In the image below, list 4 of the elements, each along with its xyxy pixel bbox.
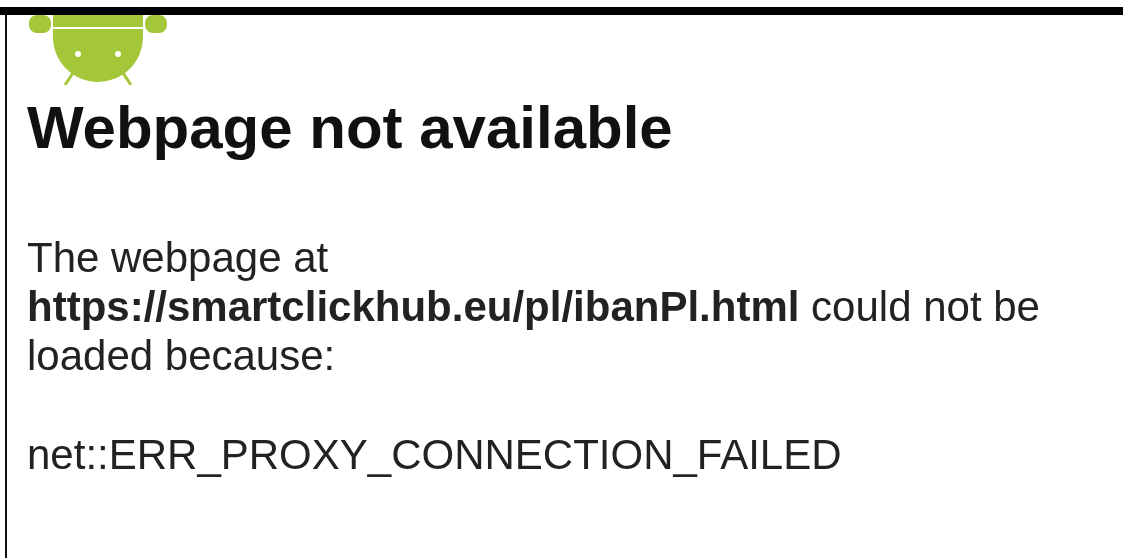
error-code: net::ERR_PROXY_CONNECTION_FAILED: [27, 430, 843, 479]
error-message: The webpage at https://smartclickhub.eu/pl/ibanPl.html could not be loaded because:: [27, 233, 1041, 380]
error-heading: Webpage not available: [27, 95, 674, 161]
android-robot-icon: [29, 15, 169, 85]
